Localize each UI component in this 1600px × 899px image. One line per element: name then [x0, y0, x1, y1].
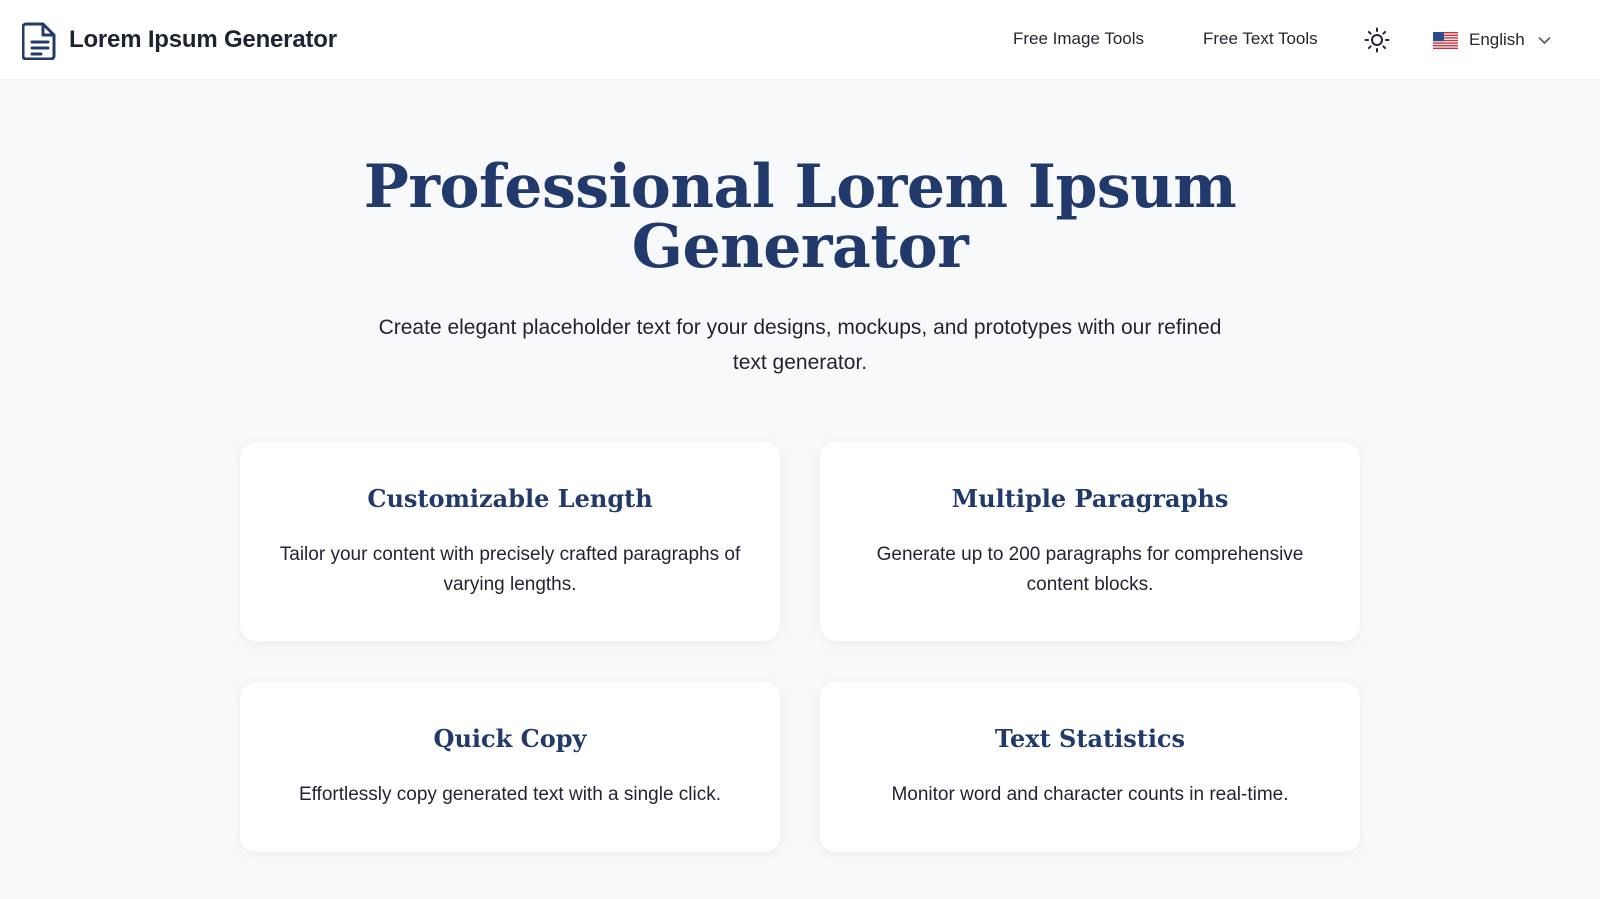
chevron-down-icon	[1525, 36, 1551, 45]
language-label: English	[1469, 30, 1525, 49]
feature-card-description: Tailor your content with precisely craft…	[279, 544, 741, 595]
page-subtitle: Create elegant placeholder text for your…	[378, 316, 1222, 374]
feature-card-text-statistics: Text Statistics Monitor word and charact…	[820, 682, 1360, 852]
feature-card-title: Multiple Paragraphs	[951, 484, 1229, 513]
us-flag-icon	[1433, 31, 1458, 49]
top-navbar: Lorem Ipsum Generator Free Image Tools F…	[0, 0, 1600, 80]
feature-card-description: Monitor word and character counts in rea…	[891, 784, 1289, 805]
feature-card-title: Quick Copy	[433, 724, 587, 753]
feature-card-quick-copy: Quick Copy Effortlessly copy generated t…	[240, 682, 780, 852]
brand-title: Lorem Ipsum Generator	[69, 26, 337, 53]
nav-link-free-text-tools[interactable]: Free Text Tools	[1203, 29, 1318, 49]
feature-card-description: Generate up to 200 paragraphs for compre…	[876, 544, 1304, 595]
brand-logo-link[interactable]: Lorem Ipsum Generator	[22, 20, 337, 60]
feature-card-title: Text Statistics	[994, 724, 1186, 753]
feature-card-title: Customizable Length	[367, 484, 653, 513]
feature-card-description: Effortlessly copy generated text with a …	[298, 784, 722, 805]
theme-toggle-button[interactable]	[1364, 27, 1390, 53]
document-icon	[22, 20, 58, 60]
feature-card-customizable-length: Customizable Length Tailor your content …	[240, 442, 780, 641]
sun-icon	[1364, 27, 1390, 57]
language-selector[interactable]: English	[1433, 27, 1551, 53]
nav-link-free-image-tools[interactable]: Free Image Tools	[1013, 29, 1144, 49]
page-title: Professional Lorem Ipsum Generator	[363, 152, 1237, 282]
feature-card-multiple-paragraphs: Multiple Paragraphs Generate up to 200 p…	[820, 442, 1360, 641]
